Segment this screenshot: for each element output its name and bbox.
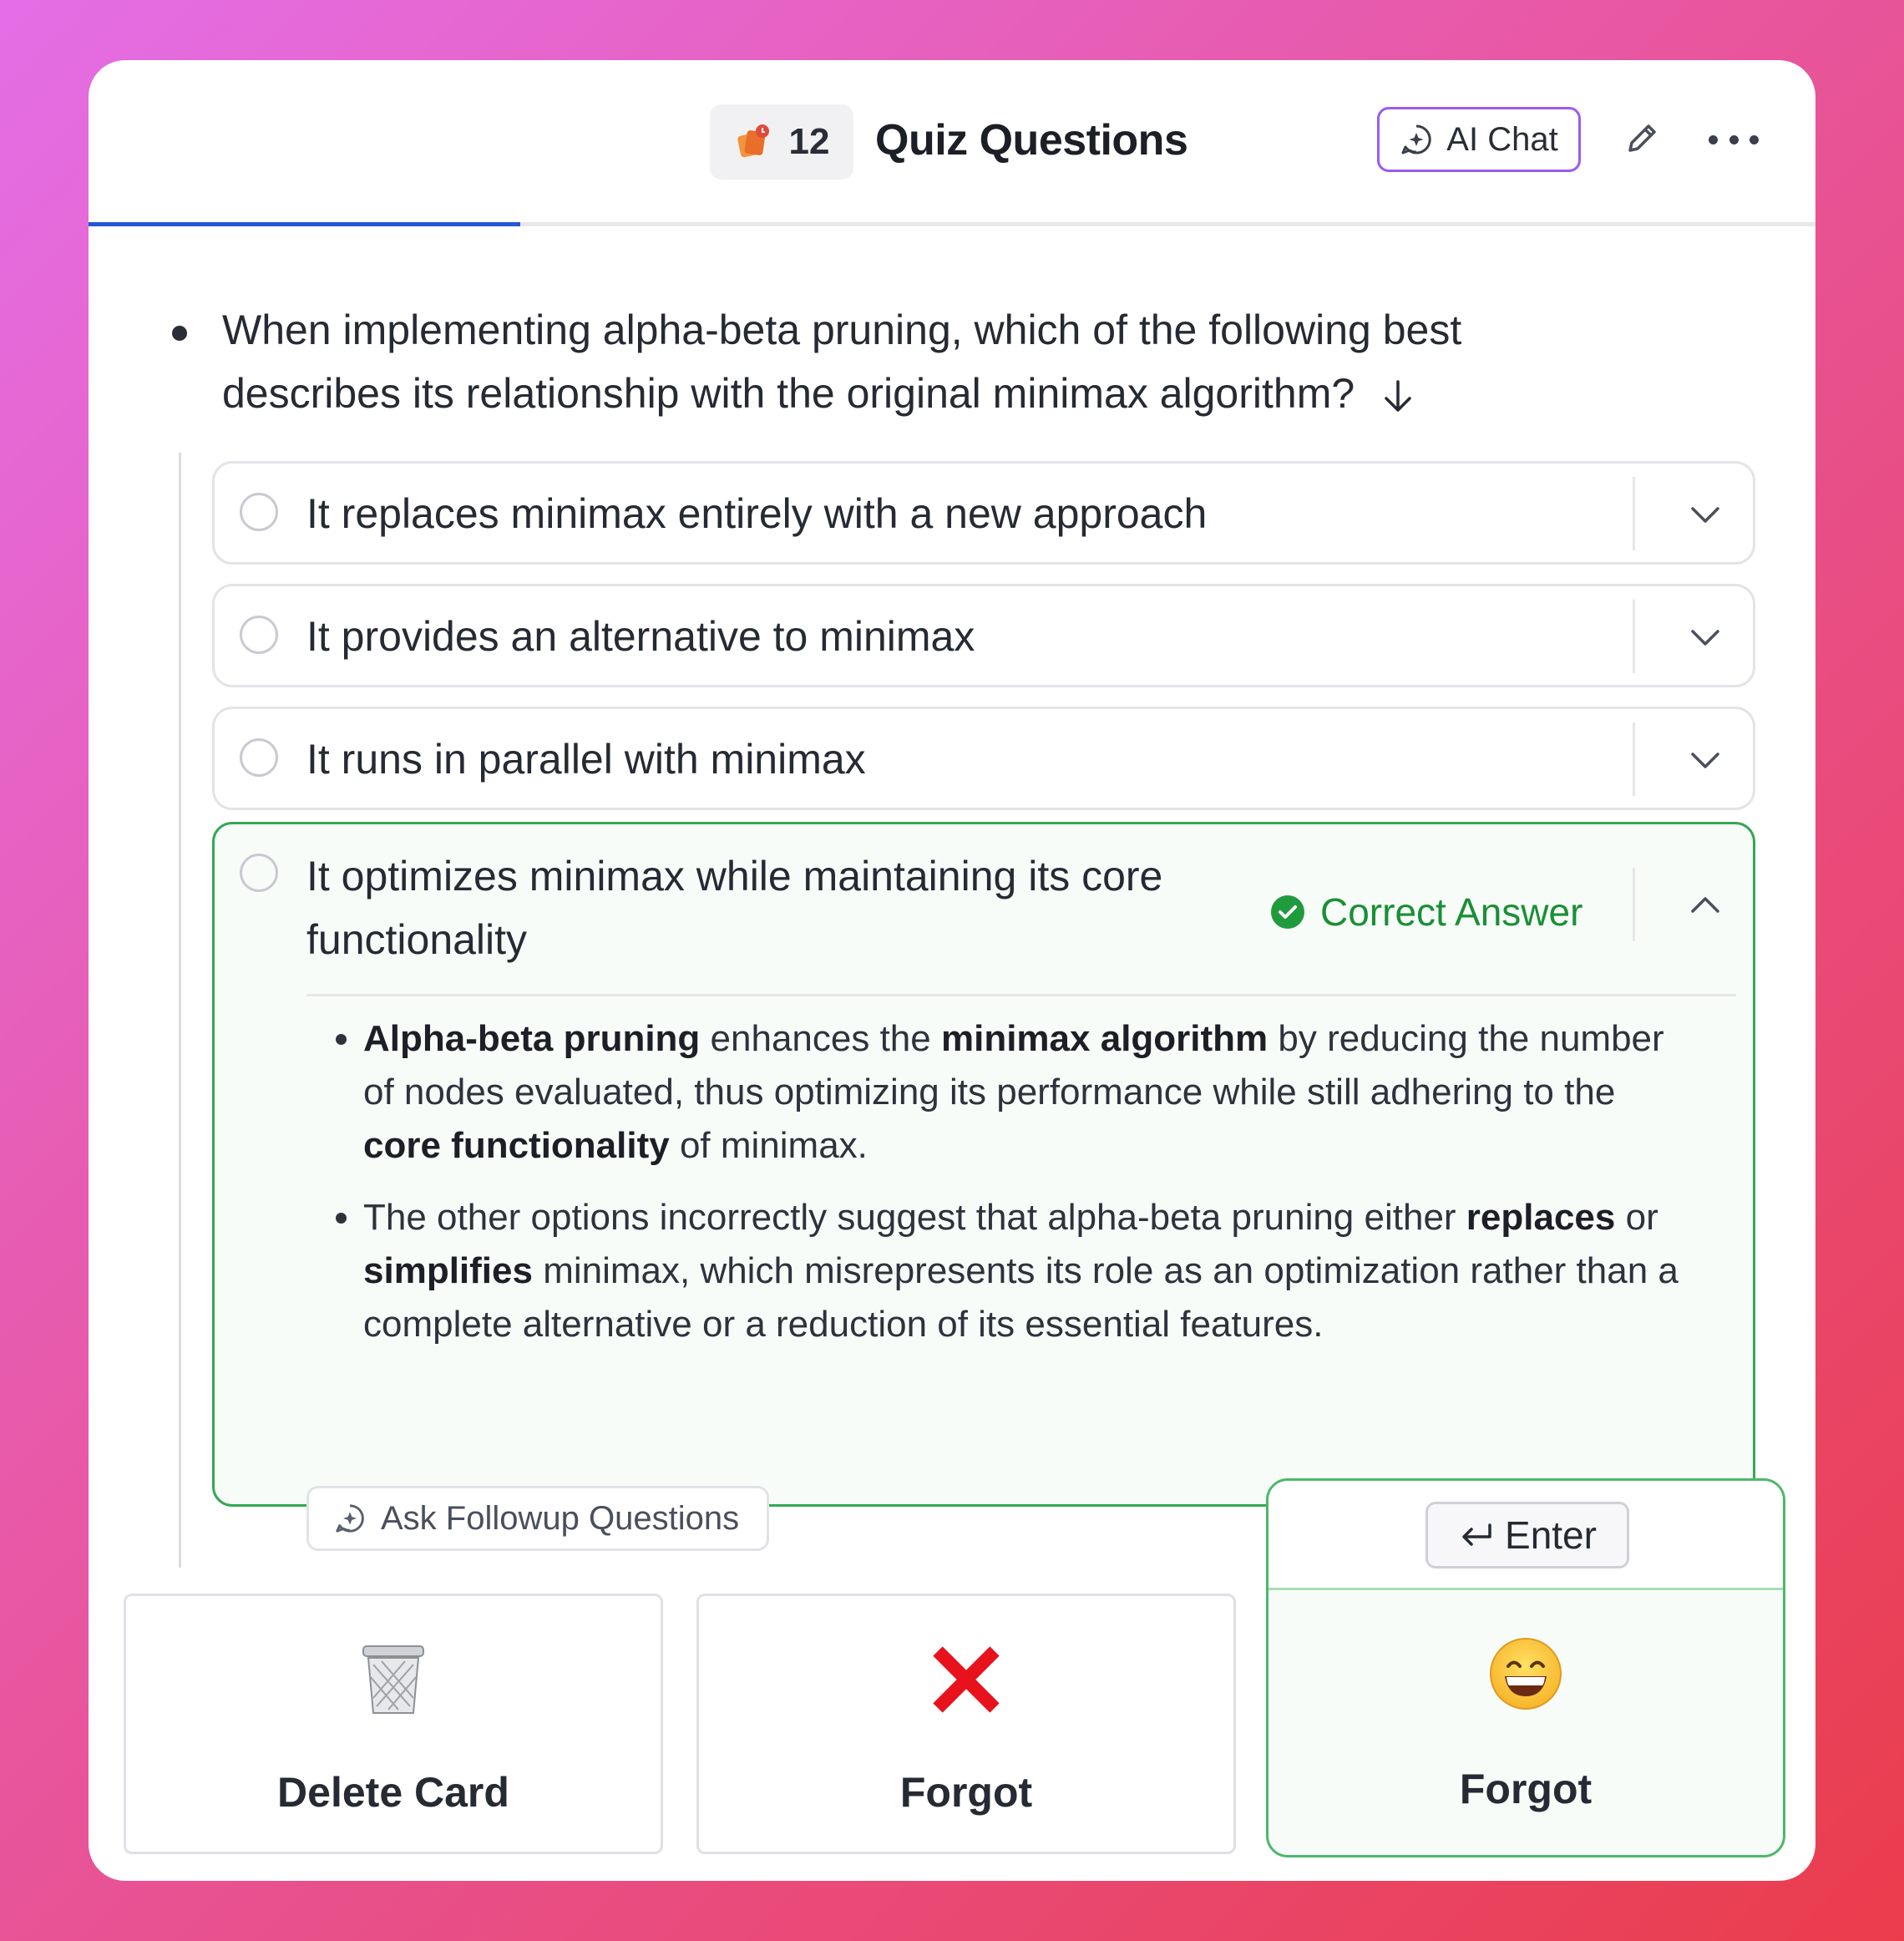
answer-option-label: It provides an alternative to minimax [306,613,975,660]
delete-card-button[interactable]: Delete Card [124,1594,663,1854]
ask-followup-label: Ask Followup Questions [381,1499,740,1537]
trash-can-icon [126,1639,661,1723]
answer-option-label: It replaces minimax entirely with a new … [306,490,1208,537]
forgot-primary-button[interactable]: Enter Forgot [1266,1478,1785,1857]
explanation-point: Alpha-beta pruning enhances the minimax … [363,1012,1693,1173]
sparkle-chat-icon [336,1504,364,1533]
ai-chat-button[interactable]: AI Chat [1377,107,1581,172]
question-text: When implementing alpha-beta pruning, wh… [222,298,1642,425]
deck-count-badge[interactable]: 12 [710,104,853,180]
progress-bar [89,222,1815,226]
answer-option-label: It optimizes minimax while maintaining i… [306,853,1163,963]
answers-rule [179,453,181,1568]
chevron-down-icon[interactable] [1688,620,1723,655]
arrow-down-icon[interactable] [1381,378,1415,415]
radio-button[interactable] [240,854,278,892]
chevron-down-icon[interactable] [1688,742,1723,778]
radio-button[interactable] [240,493,278,531]
grinning-face-icon [1268,1636,1783,1715]
forgot-label: Forgot [899,1769,1033,1816]
shortcut-hint: Enter [1268,1481,1783,1590]
more-options-icon[interactable] [1709,120,1759,159]
enter-key-label: Enter [1505,1513,1597,1557]
deck-count: 12 [788,121,830,162]
question-bullet [172,326,187,341]
forgot-button[interactable]: Forgot [696,1594,1236,1854]
correct-answer-label: Correct Answer [1320,890,1583,934]
enter-key-hint: Enter [1425,1502,1629,1569]
answer-option[interactable]: It replaces minimax entirely with a new … [212,461,1755,565]
option-divider [1633,868,1635,941]
delete-card-label: Delete Card [277,1769,509,1816]
chevron-down-icon[interactable] [1688,497,1723,532]
explanation-point: The other options incorrectly suggest th… [363,1191,1693,1351]
question-label: When implementing alpha-beta pruning, wh… [222,307,1462,417]
answer-option-label: It runs in parallel with minimax [306,736,866,783]
correct-answer-badge: Correct Answer [1270,889,1582,935]
page-title: Quiz Questions [875,116,1188,165]
explanation-divider [306,994,1736,996]
quiz-card: 12 Quiz Questions AI Chat When implement… [89,60,1815,1881]
option-divider [1633,722,1635,796]
ask-followup-button[interactable]: Ask Followup Questions [306,1486,769,1551]
chevron-up-icon[interactable] [1688,888,1723,923]
radio-button[interactable] [240,616,278,654]
cards-icon [737,124,769,158]
answer-option[interactable]: It provides an alternative to minimax [212,584,1755,687]
sparkle-chat-icon [1401,124,1431,155]
radio-button[interactable] [240,738,278,777]
forgot-primary-label: Forgot [1459,1766,1593,1812]
answer-option-correct[interactable]: It optimizes minimax while maintaining i… [212,822,1755,1551]
return-icon [1462,1523,1491,1546]
option-divider [1633,477,1635,550]
answer-option[interactable]: It runs in parallel with minimax [212,707,1755,810]
explanation: Alpha-beta pruning enhances the minimax … [306,1012,1693,1370]
ai-chat-label: AI Chat [1446,120,1558,158]
option-divider [1633,600,1635,673]
pencil-icon[interactable] [1622,120,1660,159]
progress-bar-fill [89,222,520,226]
check-circle-icon [1271,895,1304,929]
red-x-icon [699,1639,1233,1723]
